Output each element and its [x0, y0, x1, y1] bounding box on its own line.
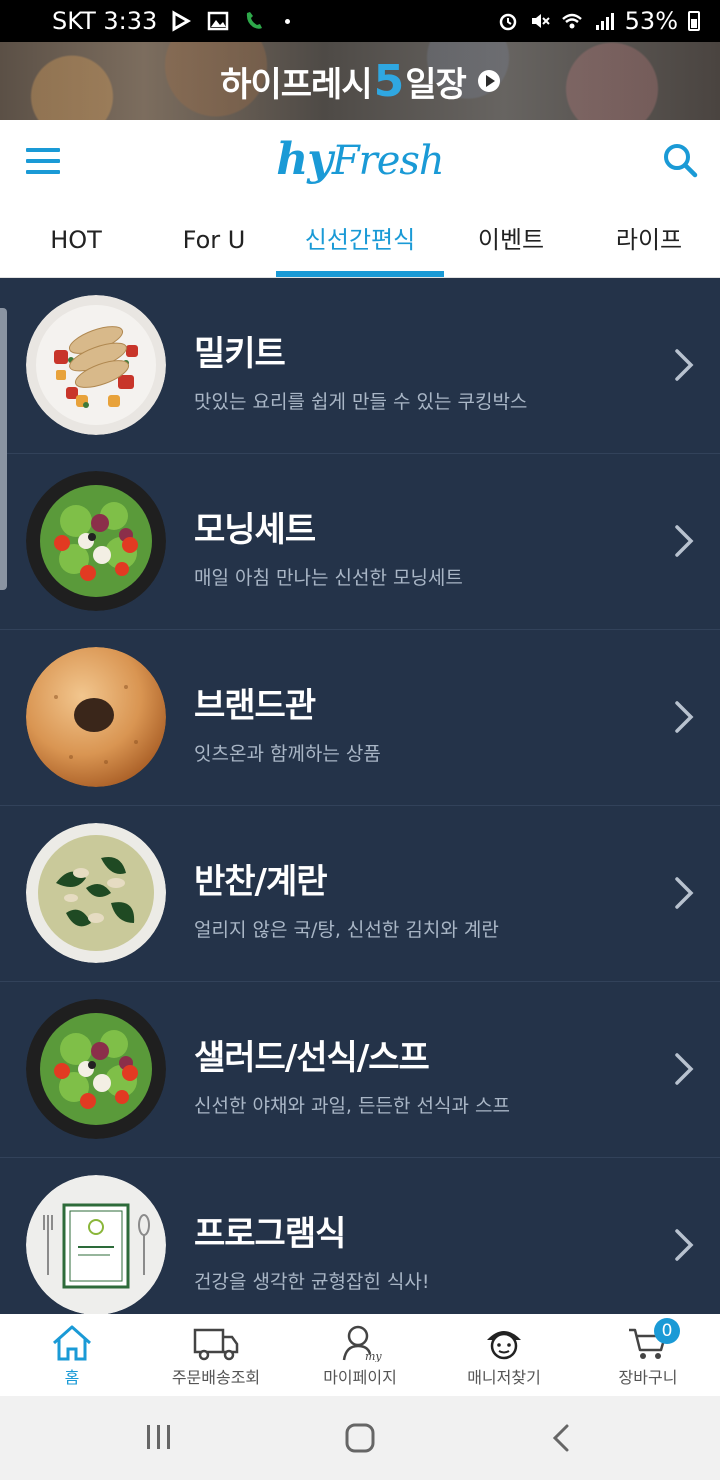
more-notifications-dot	[285, 18, 291, 24]
scroll-indicator[interactable]	[0, 308, 7, 590]
cart-count-badge: 0	[654, 1318, 680, 1344]
banner-text-after: 일장	[405, 64, 467, 105]
alarm-icon	[499, 13, 516, 31]
chevron-right-icon	[675, 525, 694, 557]
status-bar: SKT 3:33 53%	[0, 0, 720, 42]
category-subtitle: 신선한 야채와 과일, 든든한 선식과 스프	[194, 1095, 510, 1117]
category-subtitle: 얼리지 않은 국/탕, 신선한 김치와 계란	[194, 919, 499, 941]
nav-label: 장바구니	[618, 1368, 678, 1387]
mute-icon	[531, 14, 550, 28]
nav-label: 주문배송조회	[171, 1368, 261, 1387]
category-title: 샐러드/선식/스프	[194, 1038, 430, 1078]
nav-cart[interactable]: 0 장바구니	[576, 1314, 720, 1396]
my-page-icon: my	[342, 1325, 382, 1362]
program-meal-image	[26, 1175, 166, 1314]
home-icon	[53, 1325, 91, 1361]
category-title: 프로그램식	[194, 1214, 346, 1254]
chevron-right-icon	[675, 1229, 694, 1261]
battery-icon	[688, 11, 700, 31]
promo-banner[interactable]: 하이프레시 5 일장	[0, 42, 720, 120]
banner-text-number: 5	[373, 55, 405, 107]
nav-home[interactable]: 홈	[0, 1314, 144, 1396]
notification-icon	[172, 10, 192, 32]
play-icon[interactable]	[477, 70, 500, 92]
logo-fresh: Fresh	[331, 138, 445, 184]
category-title: 밀키트	[194, 334, 286, 374]
logo-hy: hy	[276, 134, 333, 185]
category-subtitle: 맛있는 요리를 쉽게 만들 수 있는 쿠킹박스	[194, 391, 528, 413]
category-row-meal-kit[interactable]: 밀키트 맛있는 요리를 쉽게 만들 수 있는 쿠킹박스	[0, 278, 720, 454]
bagel-image	[26, 647, 166, 787]
category-title: 브랜드관	[194, 686, 316, 726]
nav-label: 홈	[64, 1368, 80, 1387]
home-button-icon[interactable]	[344, 1423, 376, 1453]
battery-percent: 53%	[624, 7, 678, 35]
hyfresh-logo[interactable]: hyFresh	[0, 134, 720, 185]
recent-apps-icon[interactable]	[144, 1423, 174, 1451]
green-salad-bowl-image	[26, 471, 166, 611]
signal-icon	[595, 13, 614, 30]
seaweed-soup-image	[26, 823, 166, 963]
tab-hot[interactable]: HOT	[0, 202, 152, 277]
nav-my-page[interactable]: my 마이페이지	[288, 1314, 432, 1396]
chevron-right-icon	[675, 877, 694, 909]
category-row-brand-store[interactable]: 브랜드관 잇츠온과 함께하는 상품	[0, 630, 720, 806]
category-list: 밀키트 맛있는 요리를 쉽게 만들 수 있는 쿠킹박스 모닝세트 매일 아침 만…	[0, 278, 720, 1314]
nav-order-tracking[interactable]: 주문배송조회	[144, 1314, 288, 1396]
system-nav-bar	[0, 1396, 720, 1480]
category-subtitle: 매일 아침 만나는 신선한 모닝세트	[194, 567, 463, 589]
banner-text-before: 하이프레시	[220, 64, 372, 105]
phone-icon	[247, 12, 263, 29]
nav-find-manager[interactable]: 매니저찾기	[432, 1314, 576, 1396]
green-salad-bowl-image	[26, 999, 166, 1139]
search-icon[interactable]	[662, 142, 698, 178]
category-subtitle: 잇츠온과 함께하는 상품	[194, 743, 381, 765]
tab-life[interactable]: 라이프	[578, 202, 720, 277]
chevron-right-icon	[675, 349, 694, 381]
bottom-nav: 홈 주문배송조회 my 마이페이지 매니저찾기 0 장바구니	[0, 1314, 720, 1396]
category-subtitle: 건강을 생각한 균형잡힌 식사!	[194, 1271, 430, 1293]
truck-icon	[193, 1328, 239, 1361]
carrier-time: SKT 3:33	[52, 7, 158, 35]
category-title: 반찬/계란	[194, 862, 328, 902]
nav-label: 마이페이지	[323, 1368, 397, 1387]
tab-event[interactable]: 이벤트	[444, 202, 578, 277]
tab-for-u[interactable]: For U	[152, 202, 276, 277]
back-icon[interactable]	[550, 1423, 572, 1453]
wifi-icon	[561, 13, 582, 29]
svg-text:my: my	[365, 1350, 382, 1362]
category-row-salad-soup[interactable]: 샐러드/선식/스프 신선한 야채와 과일, 든든한 선식과 스프	[0, 982, 720, 1158]
category-row-side-dish-egg[interactable]: 반찬/계란 얼리지 않은 국/탕, 신선한 김치와 계란	[0, 806, 720, 982]
category-row-morning-set[interactable]: 모닝세트 매일 아침 만나는 신선한 모닝세트	[0, 454, 720, 630]
app-header: hyFresh	[0, 120, 720, 202]
category-row-program-meal[interactable]: 프로그램식 건강을 생각한 균형잡힌 식사!	[0, 1158, 720, 1314]
manager-icon	[487, 1331, 521, 1360]
category-tabs: HOT For U 신선간편식 이벤트 라이프	[0, 202, 720, 278]
gallery-icon	[208, 11, 229, 31]
category-title: 모닝세트	[194, 510, 316, 550]
chicken-salad-plate-image	[26, 295, 166, 435]
nav-label: 매니저찾기	[467, 1368, 541, 1387]
chevron-right-icon	[675, 701, 694, 733]
tab-fresh-convenience[interactable]: 신선간편식	[276, 202, 444, 277]
chevron-right-icon	[675, 1053, 694, 1085]
